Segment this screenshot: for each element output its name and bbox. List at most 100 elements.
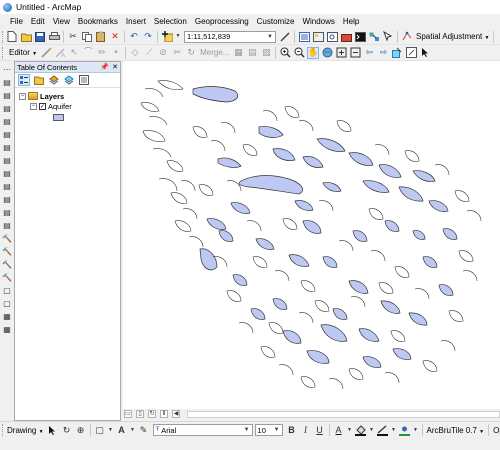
rotate-icon[interactable]: ↻	[61, 424, 73, 436]
cut-icon[interactable]: ✂	[67, 31, 79, 43]
forward-extent-icon[interactable]: ⇨	[377, 47, 389, 59]
list-by-source-icon[interactable]	[33, 74, 45, 86]
full-extent-icon[interactable]	[321, 47, 333, 59]
zoom-out-icon[interactable]	[293, 47, 305, 59]
add-data-icon[interactable]	[161, 31, 173, 43]
table-icon[interactable]: ▦	[2, 311, 12, 322]
toolbar-grip[interactable]	[2, 424, 3, 436]
undo-icon[interactable]: ↶	[128, 31, 140, 43]
layout-view-icon[interactable]: ▯	[136, 410, 144, 418]
georef-icon[interactable]: ▤	[2, 168, 12, 179]
chevron-down-icon[interactable]: ▼	[413, 424, 419, 436]
hammer-icon[interactable]: 🔨	[2, 259, 12, 270]
georef-icon[interactable]: ▤	[2, 77, 12, 88]
scroll-left-icon[interactable]: ◀	[172, 410, 180, 418]
menu-insert[interactable]: Insert	[122, 17, 150, 26]
georef-icon[interactable]: ▤	[2, 116, 12, 127]
select-elements-icon[interactable]	[419, 47, 431, 59]
edit-vertices-icon[interactable]: ✎	[138, 424, 150, 436]
clear-selection-icon[interactable]	[405, 47, 417, 59]
spatial-adjustment-menu[interactable]: Spatial Adjustment ▼	[414, 32, 491, 41]
georef-icon[interactable]: ▤	[2, 129, 12, 140]
menu-edit[interactable]: Edit	[27, 17, 49, 26]
list-by-drawing-order-icon[interactable]	[18, 74, 30, 86]
search-window-icon[interactable]	[326, 31, 338, 43]
refresh-view-icon[interactable]: ↻	[148, 410, 156, 418]
hammer-icon[interactable]: 🔨	[2, 246, 12, 257]
python-window-icon[interactable]	[354, 31, 366, 43]
blank-tool-icon[interactable]: ▢	[2, 285, 12, 296]
sketch-properties-icon[interactable]: ▤	[246, 47, 258, 59]
text-tool-icon[interactable]: A	[116, 424, 128, 436]
georef-icon[interactable]: ▤	[2, 207, 12, 218]
op-menu[interactable]: Op	[491, 426, 500, 435]
select-elements-icon[interactable]	[47, 424, 59, 436]
annotation-edit-icon[interactable]: A	[54, 47, 66, 59]
hammer-icon[interactable]: 🔨	[2, 272, 12, 283]
menu-customize[interactable]: Customize	[253, 17, 299, 26]
menu-geoprocessing[interactable]: Geoprocessing	[191, 17, 253, 26]
cut-polygons-icon[interactable]: ⊘	[157, 47, 169, 59]
georef-icon[interactable]: ▤	[2, 194, 12, 205]
list-by-selection-icon[interactable]	[63, 74, 75, 86]
list-by-visibility-icon[interactable]	[48, 74, 60, 86]
toolbar-grip[interactable]	[2, 46, 5, 59]
paste-icon[interactable]	[95, 31, 107, 43]
menu-file[interactable]: File	[6, 17, 27, 26]
chevron-down-icon[interactable]: ▼	[130, 424, 136, 436]
modelbuilder-icon[interactable]	[368, 31, 380, 43]
blank-tool-icon[interactable]: ▢	[2, 298, 12, 309]
print-icon[interactable]	[48, 31, 60, 43]
select-features-icon[interactable]	[391, 47, 403, 59]
fixed-zoom-out-icon[interactable]	[349, 47, 361, 59]
spatial-adjustment-icon[interactable]	[401, 31, 413, 43]
rectangle-icon[interactable]: ▢	[94, 424, 106, 436]
menu-selection[interactable]: Selection	[150, 17, 191, 26]
georef-icon[interactable]: ▤	[2, 103, 12, 114]
font-size-combo[interactable]: 10 ▼	[254, 424, 283, 436]
layers-label[interactable]: Layers	[40, 92, 64, 101]
chevron-down-icon[interactable]: ▼	[108, 424, 114, 436]
editor-menu[interactable]: Editor ▼	[7, 48, 39, 57]
zoom-to-elements-icon[interactable]: ⊕	[75, 424, 87, 436]
chevron-down-icon[interactable]: ▼	[347, 424, 353, 436]
drawing-menu[interactable]: Drawing ▼	[5, 426, 46, 435]
georef-icon[interactable]: ▤	[2, 142, 12, 153]
menu-view[interactable]: View	[49, 17, 74, 26]
georef-icon[interactable]: ▤	[2, 220, 12, 231]
fixed-zoom-in-icon[interactable]	[335, 47, 347, 59]
chevron-down-icon[interactable]: ▼	[391, 424, 397, 436]
layers-node[interactable]: − Layers	[19, 91, 120, 101]
aquifer-layer-label[interactable]: Aquifer	[48, 102, 72, 111]
map-scale-combo[interactable]: 1:11,512,839 ▼	[184, 30, 276, 43]
new-document-icon[interactable]	[6, 31, 18, 43]
layer-visibility-checkbox[interactable]: ✓	[39, 102, 46, 110]
arctoolbox-icon[interactable]	[340, 31, 352, 43]
arcbrutile-menu[interactable]: ArcBruTile 0.7 ▼	[425, 426, 487, 435]
menu-help[interactable]: Help	[339, 17, 363, 26]
options-icon[interactable]	[78, 74, 90, 86]
copy-icon[interactable]	[81, 31, 93, 43]
rotate-icon[interactable]: ↻	[185, 47, 197, 59]
map-view[interactable]	[123, 61, 500, 409]
reshape-feature-icon[interactable]: ⟋	[143, 47, 155, 59]
aquifer-features-map[interactable]	[123, 61, 500, 409]
menu-windows[interactable]: Windows	[298, 17, 338, 26]
aquifer-symbol-swatch[interactable]	[53, 114, 64, 121]
hammer-icon[interactable]: 🔨	[2, 233, 12, 244]
italic-button[interactable]: I	[300, 424, 312, 436]
georef-icon[interactable]: ▤	[2, 155, 12, 166]
help-pointer-icon[interactable]	[382, 31, 394, 43]
attributes-icon[interactable]: ▦	[232, 47, 244, 59]
underline-button[interactable]: U	[314, 424, 326, 436]
toolbar-grip[interactable]	[2, 30, 3, 43]
close-icon[interactable]: ✕	[112, 63, 118, 71]
marker-color-icon[interactable]	[399, 424, 411, 436]
table-icon[interactable]: ▦	[2, 324, 12, 335]
end-point-arc-icon[interactable]: ⌒	[82, 47, 94, 59]
georef-icon[interactable]: ▤	[2, 181, 12, 192]
save-icon[interactable]	[34, 31, 46, 43]
aquifer-layer-node[interactable]: − ✓ Aquifer	[19, 101, 120, 111]
collapse-icon[interactable]: −	[30, 102, 37, 110]
font-name-combo[interactable]: Ŧ Arial ▼	[152, 424, 253, 436]
